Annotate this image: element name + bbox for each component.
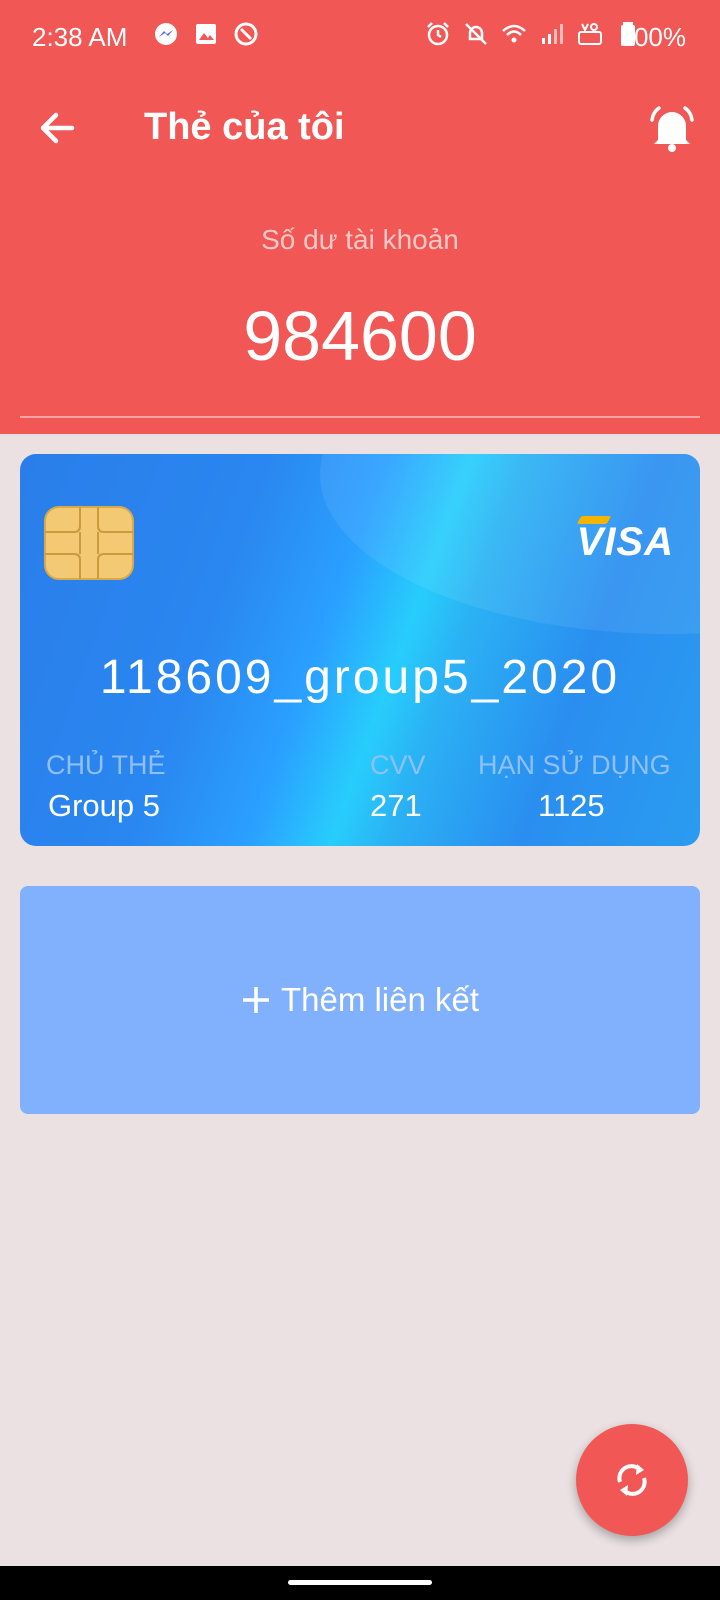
messenger-icon bbox=[155, 23, 177, 45]
balance-value: 984600 bbox=[243, 297, 477, 375]
card-holder-value: Group 5 bbox=[48, 788, 161, 823]
alarm-icon bbox=[427, 22, 449, 46]
card-number: 118609_group5_2020 bbox=[99, 651, 621, 704]
notification-bell-icon[interactable] bbox=[646, 102, 698, 154]
add-link-button[interactable]: Thêm liên kết bbox=[20, 886, 700, 1114]
card-holder-label: CHỦ THẺ bbox=[46, 750, 166, 780]
status-left-icons bbox=[152, 20, 260, 48]
visa-accent bbox=[576, 516, 611, 524]
toolbar: Thẻ của tôi bbox=[0, 80, 720, 176]
page-title: Thẻ của tôi bbox=[144, 106, 345, 148]
navigation-bar bbox=[0, 1566, 720, 1600]
home-indicator[interactable] bbox=[288, 1580, 432, 1585]
card-brand: VISA bbox=[576, 520, 674, 564]
add-link-label: Thêm liên kết bbox=[280, 981, 480, 1018]
balance-label: Số dư tài khoản bbox=[261, 224, 459, 255]
image-icon bbox=[196, 24, 216, 44]
header: 2:38 AM 100% Thẻ của tôi Số dư tài khoản… bbox=[0, 0, 720, 434]
card-expiry-label: HẠN SỬ DỤNG bbox=[478, 750, 671, 780]
header-divider bbox=[20, 416, 700, 418]
volte-icon bbox=[578, 23, 602, 45]
data-saver-icon bbox=[234, 22, 258, 46]
status-time: 2:38 AM bbox=[32, 22, 128, 52]
wifi-icon bbox=[502, 24, 526, 43]
refresh-button[interactable] bbox=[576, 1424, 688, 1536]
plus-icon bbox=[242, 987, 269, 1013]
arrow-left-icon[interactable] bbox=[30, 100, 86, 156]
battery-percentage: 100% bbox=[619, 22, 687, 52]
card-chip-icon bbox=[44, 506, 134, 580]
card-cvv-value: 271 bbox=[370, 788, 422, 823]
status-bar: 2:38 AM 100% bbox=[0, 0, 720, 74]
status-right-icons bbox=[424, 20, 642, 48]
notifications-off-icon bbox=[465, 23, 487, 45]
refresh-icon bbox=[617, 1464, 647, 1496]
card-cvv-label: CVV bbox=[370, 750, 426, 780]
visa-card[interactable]: VISA 118609_group5_2020 CHỦ THẺ Group 5 … bbox=[20, 454, 700, 846]
card-expiry-value: 1125 bbox=[538, 788, 605, 823]
visa-logo: VISA bbox=[576, 516, 674, 565]
signal-icon bbox=[542, 24, 563, 44]
